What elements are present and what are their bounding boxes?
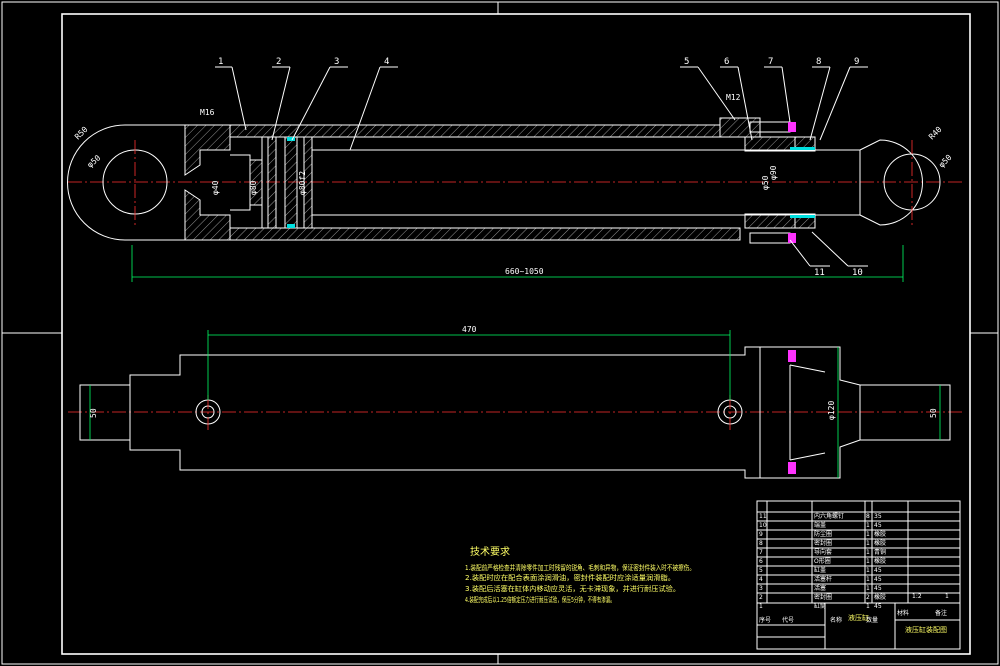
- tb-row-4-qty: 1: [866, 540, 870, 547]
- tb-header-note: 备注: [935, 609, 947, 617]
- tb-assembly-name: 液压缸装配图: [905, 625, 947, 634]
- tb-row-2-no: 10: [759, 522, 767, 529]
- dim-piston-a: φ40: [211, 180, 220, 195]
- tech-item-2: 2.装配时应在配合表面涂润滑油，密封件装配时应涂适量润滑脂。: [465, 573, 675, 582]
- dim-bottom-length: 470: [462, 325, 477, 334]
- tb-row-7-mat: 45: [874, 567, 882, 574]
- tb-row-7-no: 5: [759, 567, 763, 574]
- part-label-4: 4: [384, 57, 389, 67]
- tb-row-9-name: 活塞: [814, 584, 826, 592]
- part-label-6: 6: [724, 57, 729, 67]
- tb-row-1-no: 11: [759, 513, 767, 520]
- dim-left-width: 50: [89, 408, 98, 418]
- tb-row-6-no: 6: [759, 558, 763, 565]
- tb-row-10-name: 密封圈: [814, 593, 832, 601]
- dim-flange: φ120: [827, 401, 836, 420]
- tb-row-4-no: 8: [759, 540, 763, 547]
- tb-row-9-qty: 1: [866, 585, 870, 592]
- tb-row-5-name: 导向套: [814, 548, 832, 556]
- part-label-9: 9: [854, 57, 859, 67]
- part-label-11: 11: [814, 268, 825, 278]
- tb-row-11-no: 1: [759, 603, 763, 610]
- tb-row-3-mat: 橡胶: [874, 530, 886, 538]
- tb-row-11-qty: 1: [866, 603, 870, 610]
- plan-dimension-texts: 470 50 50 φ120: [89, 325, 938, 420]
- drawing-canvas: 1 2 3 4 5 6 7 8 9 10 11 660~1050 R50 φ50…: [1, 1, 999, 665]
- part-label-10: 10: [852, 268, 863, 278]
- part-label-8: 8: [816, 57, 821, 67]
- tech-title: 技术要求: [470, 545, 510, 558]
- tb-scale: 1:2: [912, 593, 922, 600]
- dim-cap-a: M12: [726, 93, 741, 102]
- section-view: [67, 117, 965, 282]
- tb-row-8-no: 4: [759, 576, 763, 583]
- tb-row-9-no: 3: [759, 585, 763, 592]
- tb-sheet: 1: [945, 593, 949, 600]
- part-label-2: 2: [276, 57, 281, 67]
- tb-row-8-qty: 1: [866, 576, 870, 583]
- dim-right-width: 50: [929, 408, 938, 418]
- tb-row-10-mat: 橡胶: [874, 593, 886, 601]
- tb-row-2-name: 端盖: [814, 521, 826, 529]
- tb-row-6-qty: 1: [866, 558, 870, 565]
- tech-item-4: 4.装配完成后以1.25倍额定压力进行耐压试验，保压5分钟，不得有渗漏。: [465, 595, 615, 604]
- part-label-texts: 1 2 3 4 5 6 7 8 9 10 11: [218, 57, 863, 278]
- part-label-3: 3: [334, 57, 339, 67]
- tb-drawing-name: 液压缸: [848, 613, 869, 622]
- tb-row-3-no: 9: [759, 531, 763, 538]
- tb-row-11-name: 缸筒: [814, 602, 826, 610]
- part-label-7: 7: [768, 57, 773, 67]
- tb-row-1-mat: 35: [874, 513, 882, 520]
- top-dimension-texts: 660~1050 R50 φ50 R40 φ50 M16 φ40 φ80 φ80…: [73, 93, 954, 276]
- tb-row-5-no: 7: [759, 549, 763, 556]
- tb-row-8-name: 活塞杆: [814, 575, 832, 583]
- tb-row-11-mat: 45: [874, 603, 882, 610]
- dim-cap-b: φ90: [769, 165, 778, 180]
- dim-piston-b: φ80: [249, 180, 258, 195]
- tb-row-1-qty: 8: [866, 513, 870, 520]
- dim-left-bore: φ50: [86, 153, 103, 169]
- tb-row-6-mat: 橡胶: [874, 557, 886, 565]
- tb-header-mat: 材料: [897, 609, 909, 617]
- tb-row-9-mat: 45: [874, 585, 882, 592]
- tech-item-3: 3.装配后活塞在缸体内移动应灵活，无卡滞现象，并进行耐压试验。: [465, 584, 680, 593]
- tb-row-4-mat: 橡胶: [874, 539, 886, 547]
- tb-row-4-name: 密封圈: [814, 539, 832, 547]
- tb-header-no: 序号: [759, 616, 771, 624]
- tb-row-3-qty: 1: [866, 531, 870, 538]
- part-label-1: 1: [218, 57, 223, 67]
- tb-row-6-name: O形圈: [814, 557, 831, 565]
- tb-header-name: 名称: [830, 616, 842, 624]
- tb-header-code: 代号: [782, 616, 794, 624]
- tb-row-2-mat: 45: [874, 522, 882, 529]
- tb-row-2-qty: 1: [866, 522, 870, 529]
- part-label-5: 5: [684, 57, 689, 67]
- tb-row-7-name: 缸盖: [814, 566, 826, 574]
- tech-requirements: 技术要求 1.装配前严格检查并清除零件加工时残留的锐角、毛刺和异物，保证密封件装…: [465, 545, 695, 604]
- tb-row-7-qty: 1: [866, 567, 870, 574]
- dim-right-eye: R40: [927, 125, 944, 142]
- tb-row-1-name: 内六角螺钉: [814, 512, 844, 520]
- tb-row-10-no: 2: [759, 594, 763, 601]
- dim-piston-c: φ80f2: [298, 171, 307, 195]
- tb-row-5-mat: 青铜: [874, 548, 886, 556]
- dim-overall: 660~1050: [505, 267, 544, 276]
- dim-thread: M16: [200, 108, 215, 117]
- tb-row-8-mat: 45: [874, 576, 882, 583]
- tb-row-3-name: 防尘圈: [814, 530, 832, 538]
- dim-right-bore: φ50: [937, 153, 954, 170]
- tb-row-10-qty: 2: [866, 594, 870, 601]
- tb-row-5-qty: 1: [866, 549, 870, 556]
- tech-item-1: 1.装配前严格检查并清除零件加工时残留的锐角、毛刺和异物，保证密封件装入时不被擦…: [465, 563, 695, 572]
